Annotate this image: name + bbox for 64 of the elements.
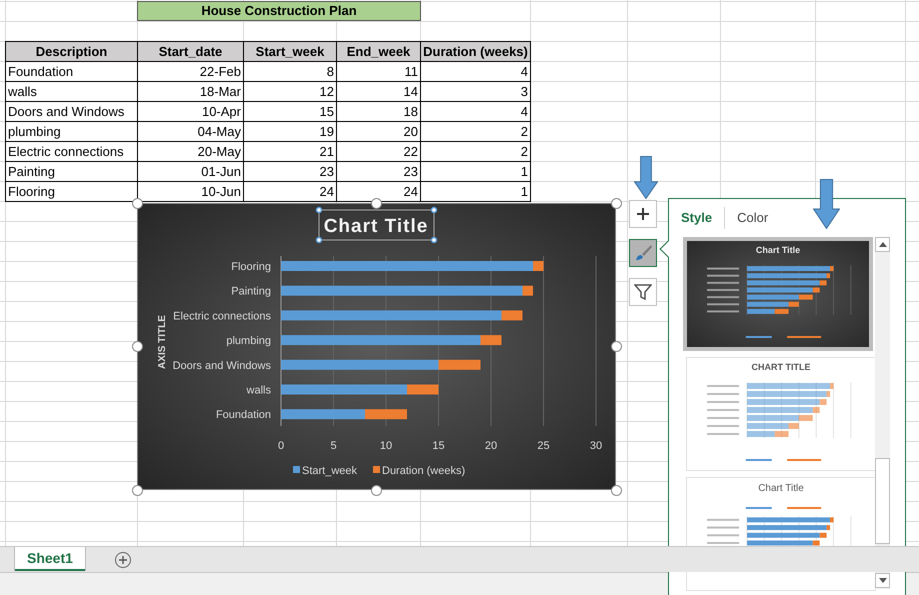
table-cell: Doors and Windows [6,102,138,122]
axis-tick-label: 20 [484,440,498,452]
table-cell: 23 [336,162,420,182]
column-header: Start_date [138,42,244,62]
table-cell: 15 [244,102,336,122]
axis-tick-label: 0 [278,440,284,452]
table-cell: Painting [6,162,138,182]
legend-label: Duration (weeks) [382,465,466,477]
table-cell: 11 [336,62,420,82]
category-label: plumbing [226,335,271,348]
table-cell: 4 [420,102,530,122]
table-cell: 21 [244,142,336,162]
thumbnail-title: CHART TITLE [750,361,812,374]
table-cell: Flooring [6,182,138,202]
column-header: Duration (weeks) [420,42,530,62]
table-cell: walls [6,82,138,102]
table-cell: Electric connections [6,142,138,162]
table-cell: 18 [336,102,420,122]
table-cell: 3 [420,82,530,102]
table-cell: 20-May [138,142,244,162]
table-cell: 10-Apr [138,102,244,122]
table-cell: 19 [244,122,336,142]
table-cell: plumbing [6,122,138,142]
table-cell: 2 [420,122,530,142]
sheet-tab[interactable]: Sheet1 [15,547,85,571]
chart-style-option[interactable]: Chart Title [683,237,873,351]
thumbnail-title: Chart Title [754,244,802,257]
table-cell: 24 [244,182,336,202]
table-cell: 2 [420,142,530,162]
category-label: Foundation [216,409,271,422]
sheet-title-cell: House Construction Plan [137,1,421,21]
axis-tick-label: 5 [330,440,337,452]
category-label: Painting [231,286,271,298]
chart-style-option[interactable]: CHART TITLE [686,357,876,471]
column-header: Start_week [244,42,336,62]
table-cell: 14 [336,82,420,102]
category-label: Flooring [231,261,271,273]
table-cell: 8 [244,62,336,82]
table-cell: 18-Mar [138,82,244,102]
table-cell: 23 [244,162,336,182]
thumbnail-title: Chart Title [757,482,805,496]
table-cell: Foundation [6,62,138,82]
column-header: Description [6,42,138,62]
table-cell: 01-Jun [138,162,244,182]
table-cell: 1 [420,162,530,182]
category-label: walls [246,384,271,396]
table-cell: 04-May [138,122,244,142]
category-label: Doors and Windows [172,360,271,372]
column-header: End_week [336,42,420,62]
axis-tick-label: 30 [590,440,602,452]
table-cell: 20 [336,122,420,142]
table-cell: 22-Feb [138,62,244,82]
axis-tick-label: 10 [380,440,392,452]
axis-tick-label: 25 [537,440,550,452]
table-cell: 4 [420,62,530,82]
axis-title: AXIS TITLE [157,315,168,369]
table-cell: 1 [420,182,530,202]
table-cell: 12 [244,82,336,102]
legend-label: Start_week [302,465,358,477]
table-cell: 22 [336,142,420,162]
panel-tab[interactable]: Color [737,208,768,228]
axis-tick-label: 15 [432,440,445,452]
category-label: Electric connections [173,310,271,322]
panel-tab[interactable]: Style [681,208,712,228]
